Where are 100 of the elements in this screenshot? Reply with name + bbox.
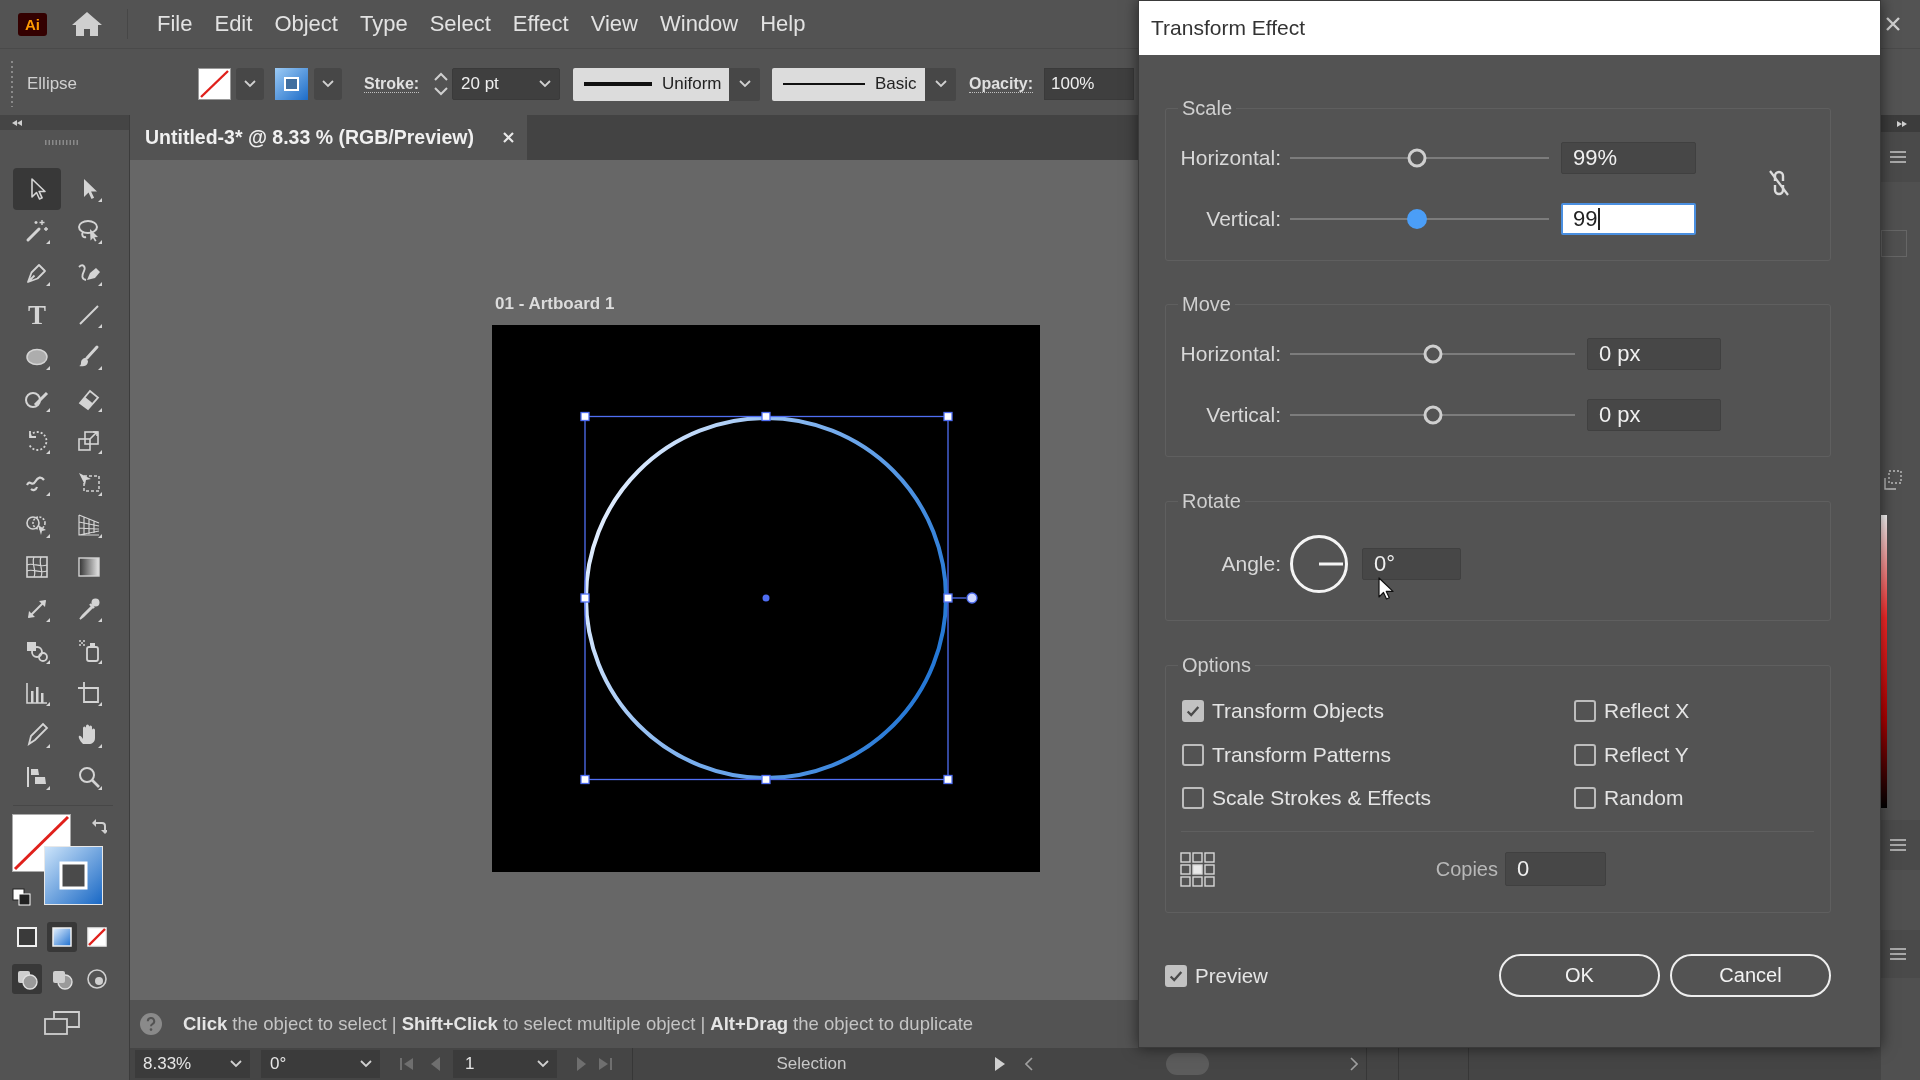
panel-input-field[interactable]	[1881, 230, 1907, 257]
menu-icon[interactable]	[1890, 948, 1906, 960]
stacked-screens-icon[interactable]	[44, 1011, 80, 1035]
chevron-down-icon[interactable]	[539, 80, 551, 88]
home-icon[interactable]	[71, 11, 103, 37]
ok-button[interactable]: OK	[1499, 954, 1660, 997]
rotation-field[interactable]: 0°	[261, 1050, 380, 1078]
grip-icon[interactable]	[10, 61, 14, 107]
slider-thumb[interactable]	[1407, 148, 1427, 168]
none-swatch-icon[interactable]	[198, 68, 231, 100]
menu-item[interactable]: View	[579, 10, 649, 38]
dotted-square-icon[interactable]	[1884, 470, 1902, 490]
slider-thumb[interactable]	[1423, 344, 1442, 364]
chevron-down-icon[interactable]	[738, 80, 751, 88]
chevron-down-icon[interactable]	[230, 1060, 242, 1068]
scroll-right-icon[interactable]	[1350, 1057, 1358, 1071]
checkbox[interactable]	[1165, 964, 1187, 987]
checkbox-label: Random	[1604, 786, 1684, 810]
menu-item[interactable]: Window	[649, 10, 750, 38]
checkbox-label: Reflect X	[1604, 699, 1690, 723]
value-field[interactable]: 99	[1561, 203, 1696, 235]
zoom-field[interactable]: 8.33%	[135, 1050, 250, 1078]
menu-item[interactable]: Effect	[501, 10, 580, 38]
menu-item[interactable]: Object	[263, 10, 349, 38]
close-icon[interactable]	[1886, 17, 1900, 31]
section-label: Options	[1178, 654, 1255, 676]
cropped-square-icon[interactable]	[75, 679, 103, 707]
swap-arrow-icon[interactable]	[91, 817, 107, 835]
artboard-field[interactable]: 1	[453, 1050, 557, 1078]
menu-icon[interactable]	[1890, 839, 1906, 851]
cancel-button[interactable]: Cancel	[1670, 954, 1831, 997]
value-field[interactable]: 99%	[1561, 142, 1696, 174]
angle-dial[interactable]	[1289, 534, 1349, 594]
menu-item[interactable]: Type	[348, 10, 419, 38]
dropdown-button[interactable]	[314, 68, 342, 100]
gradient-swatch-icon[interactable]	[44, 846, 103, 905]
mesh-grid-icon[interactable]	[23, 553, 51, 581]
field-label: Horizontal:	[1180, 342, 1281, 365]
mouse-pointer-icon	[1378, 577, 1394, 601]
reference-point-icon[interactable]	[1180, 851, 1215, 887]
slider-thumb[interactable]	[1423, 405, 1442, 425]
stroke-line-icon	[783, 83, 865, 85]
menu-item[interactable]: Help	[749, 10, 817, 38]
expand-arrows-icon[interactable]	[1897, 120, 1907, 127]
close-icon[interactable]	[503, 132, 514, 143]
dialog-title: Transform Effect	[1151, 16, 1306, 40]
checkbox-label: Scale Strokes & Effects	[1212, 786, 1432, 810]
menu-item[interactable]: File	[146, 10, 204, 38]
scroll-left-icon[interactable]	[1025, 1057, 1033, 1071]
default-swatches-icon[interactable]	[12, 888, 31, 906]
menu-icon[interactable]	[1890, 151, 1906, 163]
document-title[interactable]: Untitled-3* @ 8.33 % (RGB/Preview)	[145, 126, 474, 149]
field-label: Copies	[1435, 857, 1498, 881]
checkmark-icon	[1185, 703, 1201, 719]
opacity-field[interactable]: 100%	[1044, 68, 1134, 100]
collapse-arrows-icon[interactable]	[12, 119, 22, 126]
checkbox-label: Reflect Y	[1604, 742, 1689, 767]
artboard-label: 01 - Artboard 1	[495, 294, 615, 314]
checkbox[interactable]	[1574, 700, 1596, 722]
chevron-down-icon[interactable]	[244, 80, 256, 88]
field-label: Vertical:	[1206, 403, 1281, 426]
slider-thumb[interactable]	[1406, 209, 1427, 229]
checkbox[interactable]	[1182, 743, 1204, 766]
checkbox-label: Transform Patterns	[1212, 742, 1391, 767]
opacity-panel-link[interactable]: Opacity:	[969, 75, 1033, 93]
dropdown-button[interactable]	[236, 68, 264, 100]
chevron-down-icon[interactable]	[537, 1060, 549, 1068]
spinner-arrows-icon[interactable]	[433, 70, 449, 98]
play-icon[interactable]	[995, 1057, 1005, 1071]
document-tab[interactable]: Untitled-3* @ 8.33 % (RGB/Preview)	[130, 115, 527, 160]
status-hint-text: Click the object to select | Shift+Click to select multiple object | Alt+Drag the object to duplicate	[183, 1013, 974, 1035]
stroke-panel-link[interactable]: Stroke:	[364, 75, 420, 93]
checkbox-label: Preview	[1195, 963, 1268, 988]
menu-item[interactable]: Edit	[203, 10, 264, 38]
gradient-swatch-icon[interactable]	[275, 68, 308, 100]
angle-field[interactable]: 0°	[1362, 548, 1461, 580]
scrollbar-thumb[interactable]	[1166, 1053, 1209, 1075]
stroke-weight-field[interactable]: 20 pt	[452, 68, 560, 100]
copies-field[interactable]: 0	[1505, 852, 1606, 886]
checkbox[interactable]	[1574, 743, 1596, 766]
checkbox-label: Transform Objects	[1212, 699, 1384, 723]
perspective-grid-icon[interactable]	[75, 511, 103, 539]
grip-icon[interactable]	[45, 140, 79, 145]
value-field[interactable]: 0 px	[1587, 338, 1721, 370]
tool-button[interactable]	[13, 168, 61, 210]
checkbox[interactable]	[1182, 787, 1204, 809]
tool-button[interactable]: T	[13, 294, 61, 336]
lasso-icon[interactable]	[75, 217, 103, 245]
checkbox[interactable]	[1182, 700, 1204, 722]
chevron-down-icon[interactable]	[322, 80, 334, 88]
app-logo[interactable]: Ai	[18, 12, 47, 36]
field-label: Horizontal:	[1180, 146, 1281, 169]
field-label: Angle:	[1221, 552, 1281, 575]
current-tool-label: Selection	[776, 1054, 847, 1074]
menu-item[interactable]: Select	[418, 10, 502, 38]
chevron-down-icon[interactable]	[934, 80, 947, 88]
object-type-label: Ellipse	[27, 74, 78, 93]
chevron-down-icon[interactable]	[360, 1060, 372, 1068]
checkbox[interactable]	[1574, 787, 1596, 809]
value-field[interactable]: 0 px	[1587, 399, 1721, 431]
